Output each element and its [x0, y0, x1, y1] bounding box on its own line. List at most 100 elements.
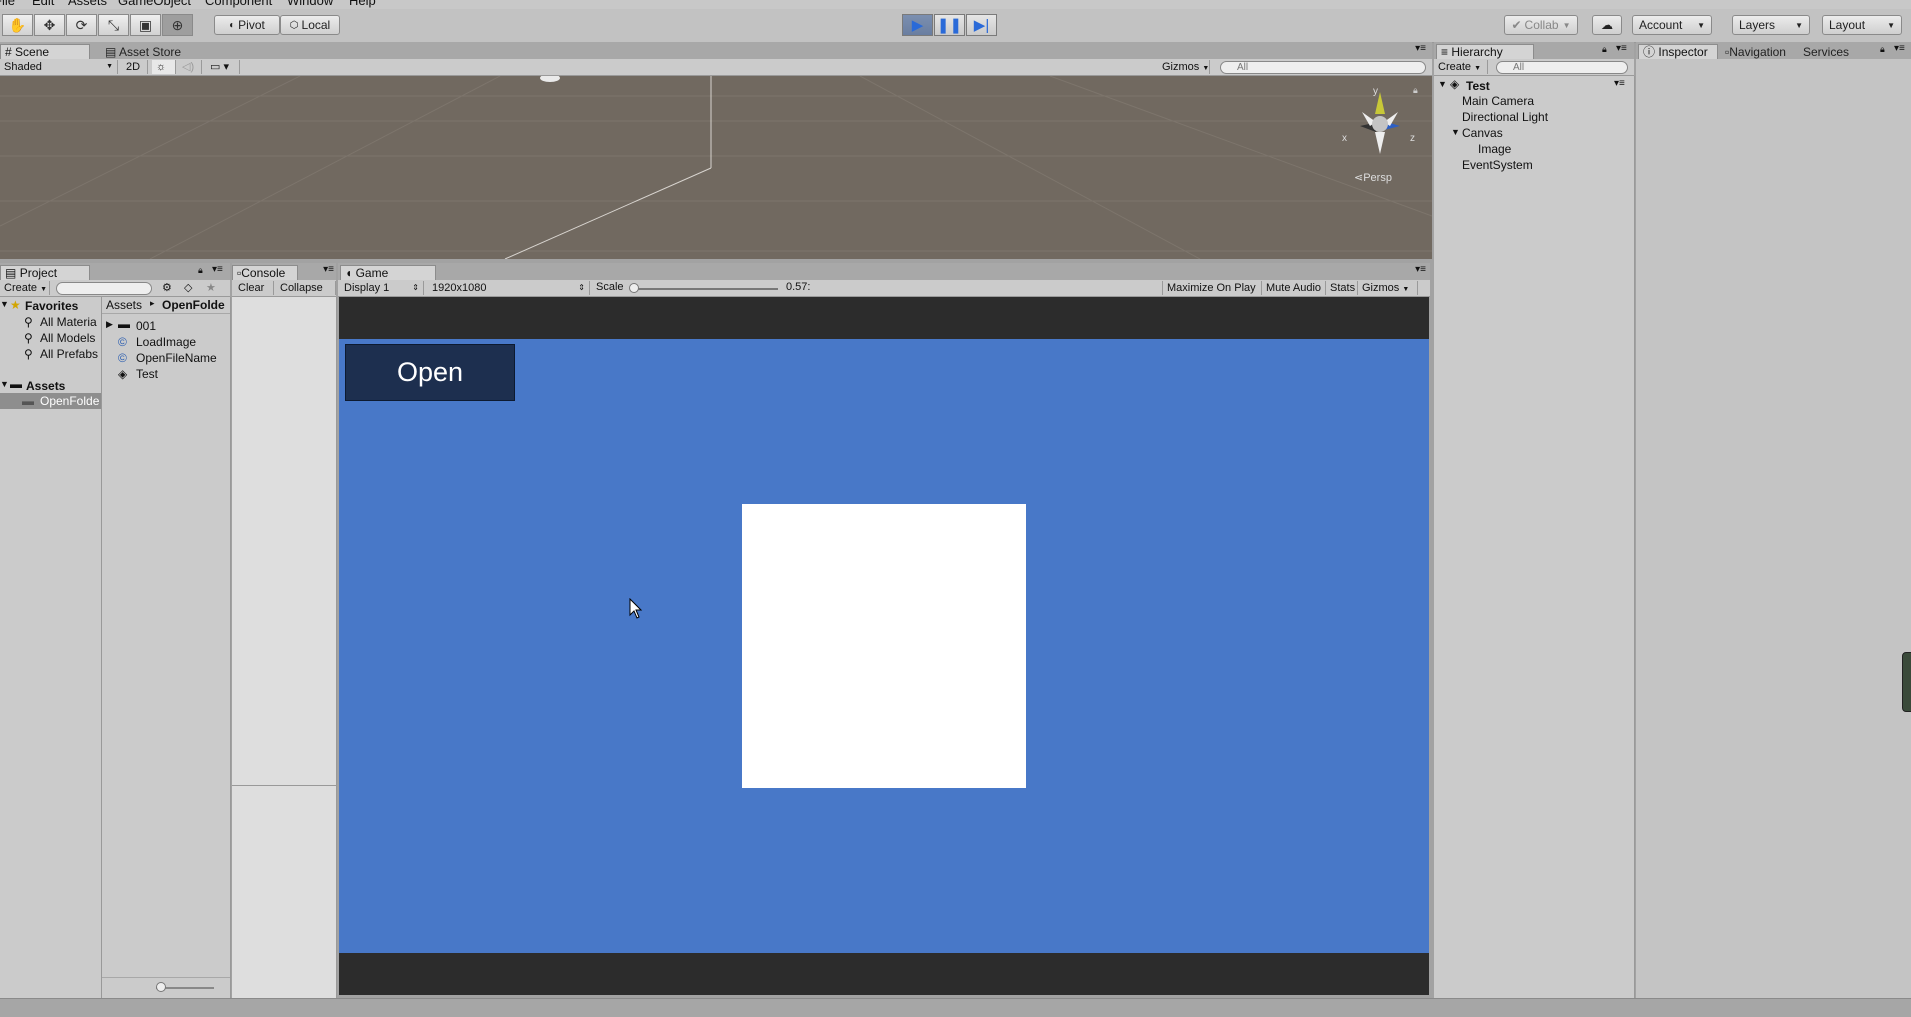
- move-tool-icon[interactable]: ✥: [34, 14, 65, 36]
- tab-asset-store[interactable]: ▤ Asset Store: [100, 44, 200, 60]
- star-icon[interactable]: ★: [206, 281, 216, 294]
- scene-view[interactable]: y x z 🔒︎ ⋖Persp: [0, 76, 1432, 259]
- selected-folder-row[interactable]: ▬ OpenFolde: [0, 393, 101, 409]
- file-item[interactable]: 001: [136, 319, 156, 333]
- persp-label[interactable]: ⋖Persp: [1354, 171, 1392, 184]
- expand-arrow-icon[interactable]: ▼: [0, 299, 9, 309]
- rotate-tool-icon[interactable]: ⟳: [66, 14, 97, 36]
- side-handle[interactable]: [1902, 652, 1911, 712]
- maximize-on-play-toggle[interactable]: Maximize On Play: [1162, 281, 1262, 295]
- audio-toggle[interactable]: ◁): [178, 60, 202, 74]
- menu-component[interactable]: Component: [205, 0, 272, 8]
- menu-file[interactable]: File: [0, 0, 15, 8]
- scene-menu-icon[interactable]: ▾≡: [1614, 78, 1625, 89]
- console-collapse-button[interactable]: Collapse: [276, 281, 336, 295]
- rect-tool-icon[interactable]: ▣: [130, 14, 161, 36]
- shading-dropdown[interactable]: Shaded ▼: [0, 60, 118, 74]
- scale-slider[interactable]: [630, 288, 778, 290]
- project-create-dropdown[interactable]: Create ▼: [0, 281, 50, 295]
- hierarchy-create-dropdown[interactable]: Create ▼: [1434, 60, 1488, 74]
- tab-navigation[interactable]: ▫Navigation: [1720, 44, 1804, 60]
- play-button[interactable]: ▶: [902, 14, 933, 36]
- panel-menu-icon[interactable]: ▾≡: [212, 264, 223, 275]
- assets-folder[interactable]: Assets: [26, 379, 65, 393]
- hierarchy-item-image[interactable]: Image: [1478, 142, 1511, 156]
- speaker-icon: ◁): [182, 61, 195, 73]
- filter-type-icon[interactable]: ⚙: [162, 281, 172, 294]
- resolution-dropdown[interactable]: 1920x1080 ⇕: [428, 281, 590, 295]
- favorite-item[interactable]: All Materia: [40, 315, 97, 329]
- layers-dropdown[interactable]: Layers ▼: [1732, 15, 1810, 35]
- pivot-toggle[interactable]: ◐ Pivot: [214, 15, 280, 35]
- favorites-label[interactable]: Favorites: [25, 299, 78, 313]
- lock-icon[interactable]: 🔒︎: [1602, 44, 1607, 55]
- hierarchy-item-canvas[interactable]: Canvas: [1462, 126, 1503, 140]
- expand-arrow-icon[interactable]: ▶: [106, 319, 113, 330]
- filter-label-icon[interactable]: ◇: [184, 281, 192, 294]
- panel-menu-icon[interactable]: ▾≡: [323, 264, 334, 275]
- panel-menu-icon[interactable]: ▾≡: [1894, 43, 1905, 54]
- scene-root-item[interactable]: Test: [1466, 79, 1490, 93]
- console-detail-area[interactable]: [232, 786, 337, 998]
- tab-project[interactable]: ▤ Project: [0, 265, 90, 281]
- display-dropdown[interactable]: Display 1 ⇕: [340, 281, 424, 295]
- menu-assets[interactable]: Assets: [68, 0, 107, 8]
- hierarchy-search-input[interactable]: All: [1496, 61, 1628, 74]
- lock-icon[interactable]: 🔒︎: [198, 265, 203, 276]
- favorite-item[interactable]: All Prefabs: [40, 347, 98, 361]
- effects-dropdown[interactable]: ▭ ▾: [206, 60, 240, 74]
- stats-toggle[interactable]: Stats: [1326, 281, 1358, 295]
- menu-edit[interactable]: Edit: [32, 0, 54, 8]
- expand-arrow-icon[interactable]: ▼: [0, 379, 9, 389]
- orientation-gizmo-icon[interactable]: [1340, 84, 1420, 164]
- cloud-button[interactable]: ☁: [1592, 15, 1622, 35]
- transform-tool-icon[interactable]: ⊕: [162, 14, 193, 36]
- console-clear-button[interactable]: Clear: [234, 281, 274, 295]
- scene-search-input[interactable]: All: [1220, 61, 1426, 74]
- game-gizmos-dropdown[interactable]: Gizmos ▼: [1358, 281, 1418, 295]
- step-button[interactable]: ▶|: [966, 14, 997, 36]
- panel-menu-icon[interactable]: ▾≡: [1616, 43, 1627, 54]
- breadcrumb-assets[interactable]: Assets: [106, 298, 142, 312]
- layout-dropdown[interactable]: Layout ▼: [1822, 15, 1902, 35]
- lock-icon[interactable]: 🔒︎: [1413, 85, 1418, 96]
- favorite-item[interactable]: All Models: [40, 331, 95, 345]
- hand-tool-icon[interactable]: ✋: [2, 14, 33, 36]
- tab-game[interactable]: ◖ Game: [340, 265, 436, 281]
- icon-size-slider[interactable]: [102, 977, 230, 999]
- 2d-toggle[interactable]: 2D: [122, 60, 148, 74]
- scale-tool-icon[interactable]: ⤡: [98, 14, 129, 36]
- mute-audio-toggle[interactable]: Mute Audio: [1262, 281, 1326, 295]
- hierarchy-item-directional-light[interactable]: Directional Light: [1462, 110, 1548, 124]
- scale-slider-thumb[interactable]: [629, 283, 639, 293]
- lock-icon[interactable]: 🔒︎: [1880, 44, 1885, 55]
- menu-window[interactable]: Window: [287, 0, 333, 8]
- console-log-area[interactable]: [232, 297, 337, 786]
- local-toggle[interactable]: ⬡ Local: [280, 15, 340, 35]
- tab-inspector[interactable]: ⓘ Inspector: [1638, 44, 1718, 60]
- pause-button[interactable]: ❚❚: [934, 14, 965, 36]
- expand-arrow-icon[interactable]: ▼: [1438, 79, 1447, 89]
- menu-gameobject[interactable]: GameObject: [118, 0, 191, 8]
- project-search-input[interactable]: [56, 282, 152, 295]
- hierarchy-item-eventsystem[interactable]: EventSystem: [1462, 158, 1533, 172]
- panel-menu-icon[interactable]: ▾≡: [1415, 264, 1426, 275]
- hierarchy-item-main-camera[interactable]: Main Camera: [1462, 94, 1534, 108]
- tab-console[interactable]: ▫Console: [232, 265, 298, 281]
- file-item[interactable]: LoadImage: [136, 335, 196, 349]
- tab-hierarchy[interactable]: ≡ Hierarchy: [1436, 44, 1534, 60]
- tab-scene[interactable]: # Scene: [0, 44, 90, 60]
- file-item[interactable]: OpenFileName: [136, 351, 217, 365]
- lighting-toggle[interactable]: ☼: [152, 60, 176, 74]
- project-toolbar: Create ▼ ⚙ ◇ ★: [0, 280, 230, 297]
- expand-arrow-icon[interactable]: ▼: [1451, 127, 1460, 137]
- menu-help[interactable]: Help: [349, 0, 376, 8]
- panel-menu-icon[interactable]: ▾≡: [1415, 43, 1426, 54]
- tab-services[interactable]: Services: [1798, 44, 1868, 60]
- account-dropdown[interactable]: Account ▼: [1632, 15, 1712, 35]
- breadcrumb-current[interactable]: OpenFolde: [162, 298, 225, 312]
- open-button[interactable]: Open: [345, 344, 515, 401]
- file-item[interactable]: Test: [136, 367, 158, 381]
- scene-gizmos-dropdown[interactable]: Gizmos ▼: [1158, 60, 1210, 74]
- collab-dropdown[interactable]: ✔ Collab ▼: [1504, 15, 1578, 35]
